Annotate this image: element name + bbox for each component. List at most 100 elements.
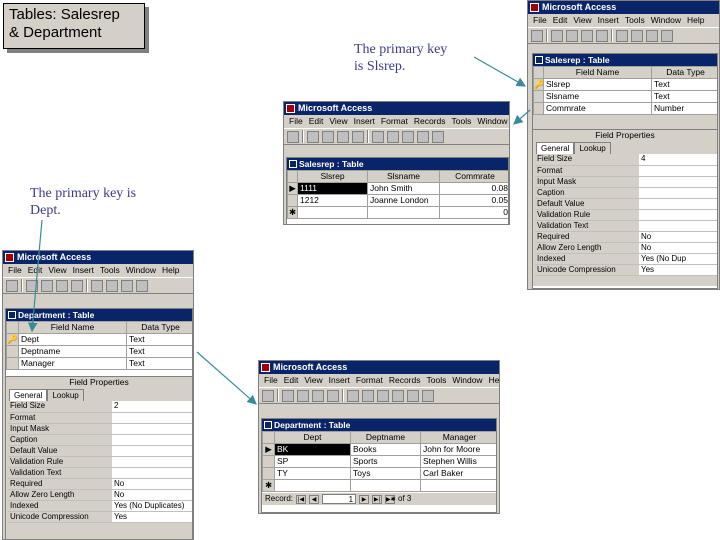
print-icon[interactable] <box>566 29 578 42</box>
menu-insert[interactable]: Insert <box>328 374 351 387</box>
property-value[interactable] <box>639 176 717 188</box>
tab-general[interactable]: General <box>9 389 48 401</box>
table-cell[interactable]: Joanne London <box>367 194 440 207</box>
property-row[interactable]: Allow Zero Length No <box>535 242 717 254</box>
table-cell[interactable]: 0.08 <box>439 182 508 195</box>
property-row[interactable]: Allow Zero Length No <box>8 489 192 501</box>
table-cell[interactable] <box>297 206 368 219</box>
menu-tools[interactable]: Tools <box>450 115 472 128</box>
data-type-cell[interactable]: Text <box>126 345 192 358</box>
property-value[interactable]: No <box>639 242 717 254</box>
table-cell[interactable]: TY <box>274 467 351 480</box>
new-record-nav-icon[interactable]: ▶✱ <box>385 494 396 504</box>
property-value[interactable]: No <box>639 231 717 243</box>
copy-icon[interactable] <box>362 389 374 402</box>
col-header-commrate[interactable]: Commrate <box>439 170 508 183</box>
property-value[interactable]: No <box>112 489 192 501</box>
menu-window[interactable]: Window <box>476 115 508 128</box>
field-row-manager[interactable]: Manager Text <box>6 357 192 370</box>
property-value[interactable] <box>639 165 717 177</box>
table-cell[interactable]: 0.05 <box>439 194 508 207</box>
property-row[interactable]: Field Size 4 <box>535 154 717 166</box>
spelling-icon[interactable] <box>596 29 608 42</box>
first-record-icon[interactable]: |◀ <box>296 494 307 504</box>
property-value[interactable] <box>639 220 717 232</box>
property-row[interactable]: Default Value <box>8 445 192 457</box>
view-icon[interactable] <box>262 389 274 402</box>
format-painter-icon[interactable] <box>661 29 673 42</box>
col-header-slsrep[interactable]: Slsrep <box>297 170 368 183</box>
table-cell[interactable]: 1212 <box>297 194 368 207</box>
data-type-cell[interactable]: Text <box>651 90 717 103</box>
field-row-commrate[interactable]: Commrate Number <box>533 102 717 115</box>
menu-window[interactable]: Window <box>125 264 157 277</box>
print-preview-icon[interactable] <box>56 279 68 292</box>
copy-icon[interactable] <box>631 29 643 42</box>
new-record-icon[interactable]: ✱ <box>262 479 275 492</box>
view-icon[interactable] <box>531 29 543 42</box>
record-number-input[interactable]: 1 <box>322 494 357 504</box>
property-value[interactable] <box>112 445 192 457</box>
table-row[interactable]: ▶ BK Books John for Moore <box>262 443 496 456</box>
property-row[interactable]: Input Mask <box>535 176 717 188</box>
cut-icon[interactable] <box>616 29 628 42</box>
row-selector[interactable] <box>287 194 298 207</box>
tab-lookup[interactable]: Lookup <box>574 142 611 154</box>
table-cell[interactable] <box>350 479 421 492</box>
menu-edit[interactable]: Edit <box>308 115 325 128</box>
property-row[interactable]: Unicode Compression Yes <box>535 264 717 276</box>
undo-icon[interactable] <box>407 389 419 402</box>
field-row-dept[interactable]: 🔑 Dept Text <box>6 333 192 346</box>
new-record-row[interactable]: ✱ <box>262 479 496 492</box>
property-value[interactable] <box>639 187 717 199</box>
spelling-icon[interactable] <box>327 389 339 402</box>
menu-insert[interactable]: Insert <box>353 115 376 128</box>
data-type-cell[interactable]: Text <box>126 357 192 370</box>
field-name-cell[interactable]: Slsrep <box>543 78 652 91</box>
menu-tools[interactable]: Tools <box>425 374 447 387</box>
format-painter-icon[interactable] <box>136 279 148 292</box>
data-type-cell[interactable]: Number <box>651 102 717 115</box>
property-row[interactable]: Caption <box>8 434 192 446</box>
cut-icon[interactable] <box>91 279 103 292</box>
table-cell[interactable]: Carl Baker <box>420 467 496 480</box>
property-row[interactable]: Validation Text <box>535 220 717 232</box>
field-name-cell[interactable]: Slsname <box>543 90 652 103</box>
data-type-cell[interactable]: Text <box>126 333 192 346</box>
property-value[interactable]: 2 <box>112 401 192 413</box>
tab-general[interactable]: General <box>536 142 575 154</box>
menu-records[interactable]: Records <box>388 374 422 387</box>
property-row[interactable]: Unicode Compression Yes <box>8 511 192 523</box>
table-row[interactable]: SP Sports Stephen Willis <box>262 455 496 468</box>
table-row[interactable]: ▶ 1111 John Smith 0.08 <box>287 182 508 195</box>
menu-tools[interactable]: Tools <box>624 14 646 27</box>
paste-icon[interactable] <box>121 279 133 292</box>
property-row[interactable]: Indexed Yes (No Duplicates) <box>8 500 192 512</box>
property-row[interactable]: Caption <box>535 187 717 199</box>
col-header-deptname[interactable]: Deptname <box>350 431 421 444</box>
cut-icon[interactable] <box>372 130 384 143</box>
undo-icon[interactable] <box>432 130 444 143</box>
paste-icon[interactable] <box>377 389 389 402</box>
property-row[interactable]: Indexed Yes (No Dup <box>535 253 717 265</box>
field-row-deptname[interactable]: Deptname Text <box>6 345 192 358</box>
table-cell[interactable]: Books <box>350 443 421 456</box>
property-value[interactable]: Yes (No Duplicates) <box>112 500 192 512</box>
property-value[interactable] <box>112 434 192 446</box>
table-row[interactable]: 1212 Joanne London 0.05 <box>287 194 508 207</box>
field-name-cell[interactable]: Dept <box>18 333 127 346</box>
menu-file[interactable]: File <box>532 14 548 27</box>
menu-file[interactable]: File <box>288 115 304 128</box>
field-row-slsname[interactable]: Slsname Text <box>533 90 717 103</box>
table-cell[interactable] <box>420 479 496 492</box>
menu-format[interactable]: Format <box>380 115 409 128</box>
property-value[interactable]: No <box>112 478 192 490</box>
table-cell[interactable]: 0 <box>439 206 508 219</box>
menu-format[interactable]: Format <box>355 374 384 387</box>
menu-tools[interactable]: Tools <box>99 264 121 277</box>
col-header-slsname[interactable]: Slsname <box>367 170 440 183</box>
last-record-icon[interactable]: ▶| <box>372 494 383 504</box>
print-icon[interactable] <box>297 389 309 402</box>
menu-window[interactable]: Window <box>650 14 682 27</box>
menu-help[interactable]: Help <box>161 264 180 277</box>
